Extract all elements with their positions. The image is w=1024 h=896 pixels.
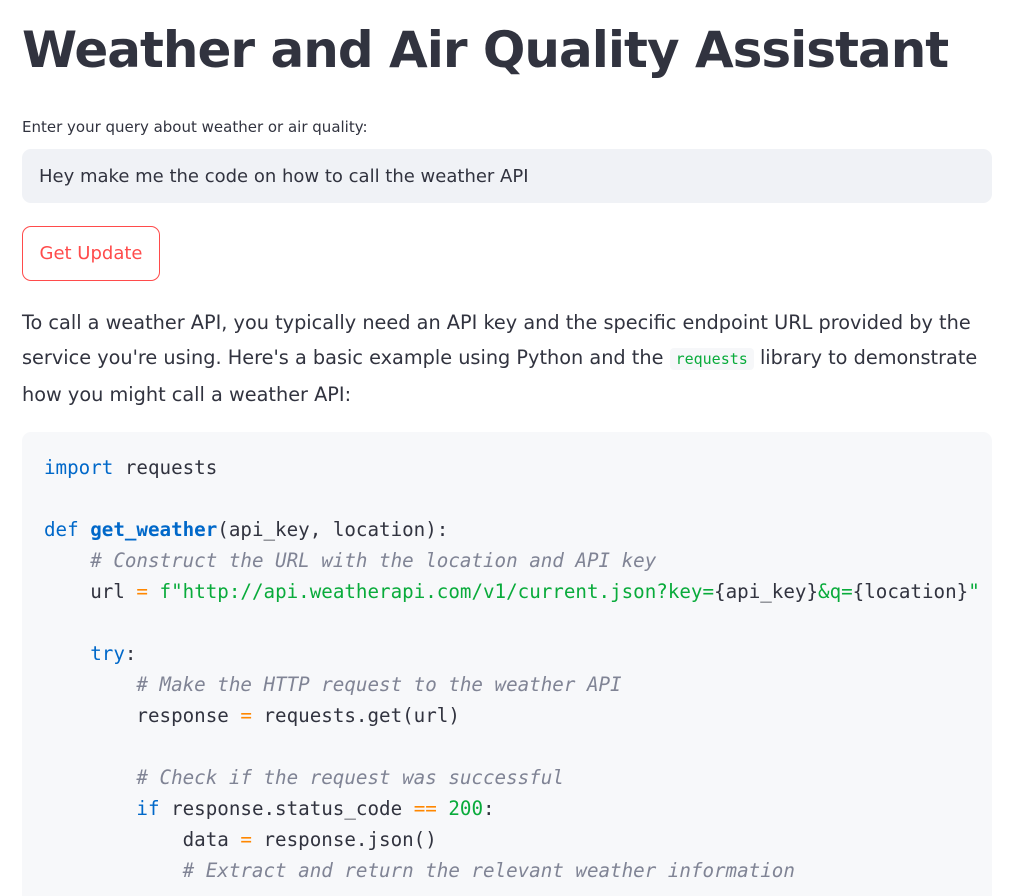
page-title: Weather and Air Quality Assistant	[22, 21, 949, 79]
code-line: response = requests.get(url)	[44, 704, 460, 727]
code-line: ​	[44, 731, 992, 762]
query-label: Enter your query about weather or air qu…	[22, 118, 368, 136]
code-line: # Check if the request was successful	[136, 766, 564, 789]
code-line: try:	[90, 642, 137, 665]
code-line: # Make the HTTP request to the weather A…	[136, 673, 622, 696]
code-line: ​	[44, 483, 992, 514]
get-update-button[interactable]: Get Update	[22, 226, 160, 281]
code-line: # Construct the URL with the location an…	[90, 549, 657, 572]
inline-code: requests	[669, 348, 754, 370]
code-block: import requests ​ def get_weather(api_ke…	[22, 432, 992, 896]
code-line: url = f"http://api.weatherapi.com/v1/cur…	[44, 580, 980, 603]
code-line: if response.status_code == 200:	[136, 797, 495, 820]
code-line: ​	[44, 607, 992, 638]
code-line: # Extract and return the relevant weathe…	[182, 859, 795, 882]
code-line: data = response.json()	[44, 828, 437, 851]
query-input[interactable]	[22, 149, 992, 203]
code-line: def get_weather(api_key, location):	[44, 518, 449, 541]
code-line: import requests	[44, 456, 218, 479]
response-text: To call a weather API, you typically nee…	[22, 305, 997, 412]
